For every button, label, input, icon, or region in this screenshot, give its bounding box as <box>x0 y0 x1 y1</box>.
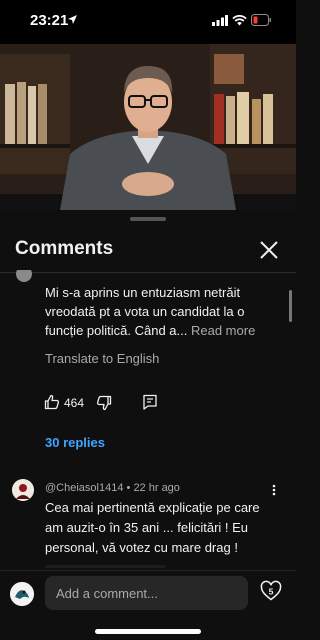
wifi-icon <box>232 15 247 26</box>
heart-count: 5 <box>269 587 274 597</box>
home-indicator <box>95 629 201 634</box>
user-avatar[interactable] <box>10 582 34 606</box>
thumbs-down-icon[interactable] <box>96 395 112 411</box>
clipped-row <box>45 565 165 568</box>
reply-icon[interactable] <box>142 394 158 410</box>
thumbs-up-icon[interactable] <box>44 394 60 410</box>
video-thumbnail-image <box>0 44 296 210</box>
comment-body: Cea mai pertinentă explicație pe care am… <box>45 500 260 555</box>
location-arrow-icon <box>68 15 77 24</box>
replies-link[interactable]: 30 replies <box>45 435 105 450</box>
translate-link[interactable]: Translate to English <box>45 351 159 366</box>
avatar[interactable] <box>12 479 34 501</box>
comment-time: 22 hr ago <box>133 482 180 494</box>
comment-meta: @Cheiasol1414 • 22 hr ago <box>45 482 180 494</box>
comment-text: Mi s-a aprins un entuziasm netrăit vreod… <box>45 283 277 340</box>
status-time: 23:21 <box>30 12 69 29</box>
header-divider <box>0 272 296 273</box>
heart-icon[interactable]: 5 <box>260 580 282 602</box>
status-bar: 23:21 <box>0 0 296 44</box>
meta-separator: • <box>126 482 131 494</box>
scrollbar[interactable] <box>289 290 292 322</box>
like-count: 464 <box>64 396 85 410</box>
video-player[interactable] <box>0 44 296 210</box>
avatar[interactable] <box>14 270 34 282</box>
comment-input[interactable] <box>45 576 248 610</box>
cellular-signal-icon <box>212 15 228 26</box>
comments-sheet: Comments Mi s-a aprins un entuziasm netr… <box>0 210 296 640</box>
read-more-link[interactable]: Read more <box>191 323 255 338</box>
close-icon[interactable] <box>256 237 282 263</box>
drag-handle[interactable] <box>130 217 166 221</box>
sheet-title: Comments <box>15 238 114 259</box>
comment-author[interactable]: @Cheiasol1414 <box>45 482 123 494</box>
comment-composer: 5 <box>0 570 296 640</box>
more-options-icon[interactable] <box>272 484 276 496</box>
battery-low-icon <box>251 14 271 26</box>
